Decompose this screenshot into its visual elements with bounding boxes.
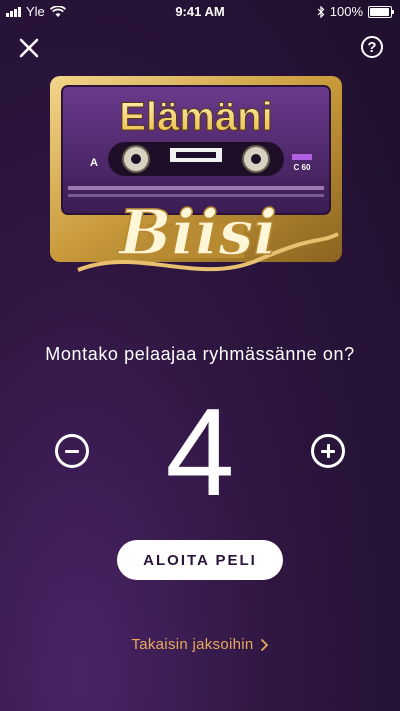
chevron-right-icon [260, 638, 268, 651]
back-link-label: Takaisin jaksoihin [131, 636, 254, 653]
help-icon[interactable]: ? [361, 36, 383, 58]
tape-side-label: A [90, 157, 98, 169]
increase-players-button[interactable] [311, 434, 345, 468]
start-game-button[interactable]: ALOITA PELI [117, 540, 283, 580]
elamani-biisi-logo: Elämäni A C 60 Biisi [50, 76, 342, 272]
back-to-episodes-link[interactable]: Takaisin jaksoihin [0, 636, 400, 653]
logo-top-text: Elämäni [119, 95, 272, 139]
bluetooth-icon [317, 5, 325, 18]
player-count-question: Montako pelaajaa ryhmässänne on? [45, 344, 355, 364]
close-icon[interactable] [16, 35, 42, 61]
battery-percent: 100% [329, 4, 363, 19]
status-bar: Yle 9:41 AM 100% [0, 0, 400, 22]
battery-icon [368, 5, 394, 18]
tape-length-label: C 60 [294, 163, 311, 172]
status-right: 100% [317, 4, 394, 19]
logo-bottom-text: Biisi [117, 196, 277, 269]
